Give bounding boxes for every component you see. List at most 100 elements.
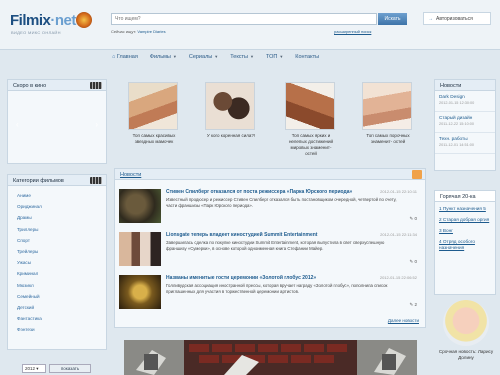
hot-item-link[interactable]: 4 Отряд особого назначения — [439, 239, 491, 250]
chevron-down-icon: ▼ — [279, 54, 284, 59]
news-text: Завершилась сделка по покупке киностудии… — [166, 240, 385, 251]
nav-item-texts[interactable]: Тексты ▼ — [230, 54, 254, 64]
category-link[interactable]: Ужасы — [17, 257, 106, 268]
news-title-link[interactable]: Lionsgate теперь владеет киностудией Sum… — [166, 232, 361, 238]
news-comments[interactable]: ✎ 2 — [409, 302, 417, 308]
featured-item[interactable]: Топ самых красивых звездных мамочек — [128, 82, 180, 145]
news-date: 2012-01-15 22:06:52 — [379, 275, 417, 280]
category-link[interactable]: Спорт — [17, 235, 106, 246]
search-input[interactable] — [111, 13, 377, 25]
nav-item-contacts[interactable]: Контакты — [295, 54, 319, 64]
comment-icon: ✎ — [409, 216, 414, 221]
news-date: 2012-01-15 22:11:34 — [380, 232, 417, 237]
news-title-link[interactable]: Названы именитые гости церемонии «Золото… — [166, 275, 361, 281]
featured-caption: Топ самых порочных знаменит- остей — [366, 133, 410, 144]
promo-block[interactable]: Срочная новость: Ларису Долину — [436, 296, 496, 375]
hot-item-link[interactable]: 2 Старая добрая оргия — [439, 217, 491, 228]
news-item: Lionsgate теперь владеет киностудией Sum… — [119, 232, 423, 269]
chevron-down-icon: ▼ — [250, 54, 254, 59]
featured-caption: Топ самых красивых звездных мамочек — [132, 133, 176, 144]
news-comments[interactable]: ✎ 0 — [409, 216, 417, 222]
categories-header: Категории фильмов — [8, 175, 106, 186]
site-news-box: Новости Dark Design 2012-01-15 12:30:00 С… — [434, 79, 496, 171]
advertisement-banner[interactable] — [124, 340, 417, 375]
site-header: Filmix·net ВИДЕО МИКС ОНЛАЙН Искать Сейч… — [0, 0, 500, 50]
arrow-right-icon: → — [428, 16, 433, 22]
advanced-search-link[interactable]: расширенный поиск — [334, 29, 371, 34]
site-news-item[interactable]: Старый дизайн 2011-12-22 15:10:00 — [435, 112, 495, 133]
year-select[interactable]: 2012 ▾ — [22, 364, 46, 373]
featured-photo — [285, 82, 335, 130]
site-logo[interactable]: Filmix·net — [10, 12, 76, 29]
site-news-item[interactable]: Dark Design 2012-01-15 12:30:00 — [435, 91, 495, 112]
search-button[interactable]: Искать — [378, 13, 407, 25]
film-strip-icon — [90, 177, 102, 184]
chevron-down-icon: ▾ — [36, 366, 39, 371]
comment-icon: ✎ — [409, 302, 414, 307]
nav-item-films[interactable]: Фильмы ▼ — [150, 54, 177, 64]
nav-item-series[interactable]: Сериалы ▼ — [189, 54, 218, 64]
category-link[interactable]: Аниме — [17, 190, 106, 201]
next-arrow-icon[interactable]: › — [95, 120, 98, 129]
hot-20-box: Горячая 20-ка 1 Пункт назначения 5 2 Ста… — [434, 190, 496, 295]
hot-20-header: Горячая 20-ка — [435, 191, 495, 202]
promo-photo — [443, 300, 489, 346]
category-link[interactable]: Драмы — [17, 212, 106, 223]
category-link[interactable]: Фэнтези — [17, 324, 106, 335]
category-link[interactable]: Детский — [17, 302, 106, 313]
news-text: Голливудская ассоциация иностранной прес… — [166, 283, 388, 294]
featured-photo — [205, 82, 255, 130]
hot-item-link[interactable]: 1 Пункт назначения 5 — [439, 206, 491, 217]
chevron-down-icon: ▼ — [172, 54, 177, 59]
category-link[interactable]: Ориджинал — [17, 201, 106, 212]
prev-arrow-icon[interactable]: ‹ — [16, 120, 19, 129]
category-link[interactable]: Криминал — [17, 268, 106, 279]
comment-icon: ✎ — [409, 259, 414, 264]
rss-icon[interactable] — [412, 170, 422, 179]
coming-soon-box: Скоро в кино ‹ › — [7, 79, 107, 164]
news-title-link[interactable]: Стивен Спилберг отказался от поста режис… — [166, 189, 361, 195]
news-comments[interactable]: ✎ 0 — [409, 259, 417, 265]
category-link[interactable]: Семейный — [17, 291, 106, 302]
featured-caption: Топ самых ярких и нелепых достижений мир… — [288, 133, 334, 156]
logo-star-icon — [76, 12, 92, 28]
main-nav: ⌂ Главная Фильмы ▼ Сериалы ▼ Тексты ▼ ТОП ▼ … — [112, 54, 432, 64]
featured-item[interactable]: У кого коренная сила?! — [205, 82, 257, 139]
news-thumbnail[interactable] — [119, 189, 161, 223]
site-tagline: ВИДЕО МИКС ОНЛАЙН — [11, 30, 61, 35]
featured-item[interactable]: Топ самых порочных знаменит- остей — [362, 82, 414, 145]
featured-photo — [362, 82, 412, 130]
news-item: Названы именитые гости церемонии «Золото… — [119, 275, 423, 312]
category-link[interactable]: Триллеры — [17, 224, 106, 235]
promo-caption: Срочная новость: Ларису Долину — [438, 349, 494, 360]
news-header[interactable]: Новости — [115, 169, 425, 180]
coming-soon-header: Скоро в кино — [8, 80, 106, 91]
film-strip-icon — [90, 82, 102, 89]
news-text: Известный продюсер и режиссер Стивен Спи… — [166, 197, 397, 208]
categories-box: Категории фильмов Аниме Ориджинал Драмы … — [7, 174, 107, 350]
chevron-down-icon: ▼ — [214, 54, 219, 59]
category-link[interactable]: Мюзикл — [17, 280, 106, 291]
featured-caption: У кого коренная сила?! — [206, 133, 256, 138]
banner-art — [124, 340, 417, 375]
hot-item-link[interactable]: 3 Вонг — [439, 228, 491, 239]
news-box: Новости Стивен Спилберг отказался от пос… — [114, 168, 426, 328]
featured-photo — [128, 82, 178, 130]
login-button[interactable]: → Авторизоваться — [423, 12, 491, 25]
show-year-button[interactable]: показать — [49, 364, 91, 373]
search-hint-link[interactable]: Vampire Diaries — [137, 29, 165, 34]
news-thumbnail[interactable] — [119, 275, 161, 309]
home-icon: ⌂ — [112, 54, 116, 60]
site-news-item[interactable]: Техн. работы 2011-12-01 14:51:00 — [435, 133, 495, 154]
category-link[interactable]: Фантастика — [17, 313, 106, 324]
news-date: 2012-01-15 22:10:11 — [380, 189, 417, 194]
nav-item-top[interactable]: ТОП ▼ — [266, 54, 283, 64]
news-thumbnail[interactable] — [119, 232, 161, 266]
nav-item-home[interactable]: ⌂ Главная — [112, 54, 138, 64]
category-link[interactable]: Трейлеры — [17, 246, 106, 257]
all-news-link[interactable]: Далее новости — [388, 318, 419, 323]
site-news-header: Новости — [435, 80, 495, 91]
search-hint: Сейчас ищут: Vampire Diaries — [111, 29, 166, 34]
news-item: Стивен Спилберг отказался от поста режис… — [119, 189, 423, 226]
featured-item[interactable]: Топ самых ярких и нелепых достижений мир… — [285, 82, 337, 157]
